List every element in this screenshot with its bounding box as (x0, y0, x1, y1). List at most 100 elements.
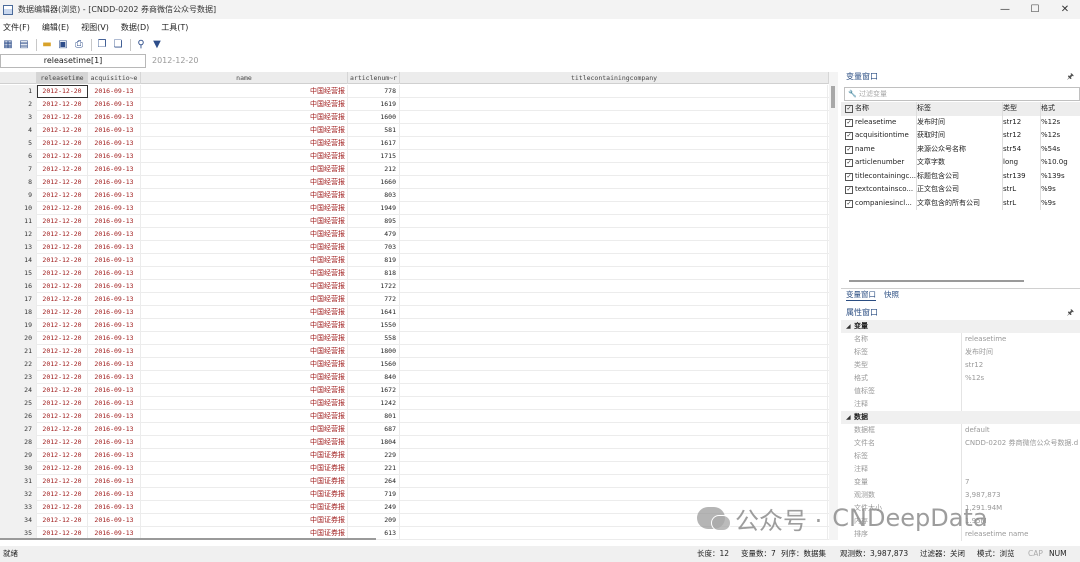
titlecontainingcompany-cell[interactable] (400, 436, 828, 449)
releasetime-cell[interactable]: 2012-12-20 (37, 501, 88, 514)
name-cell[interactable]: 中国经营报 (141, 215, 348, 228)
releasetime-cell[interactable]: 2012-12-20 (37, 176, 88, 189)
articlenumber-cell[interactable]: 801 (348, 410, 400, 423)
grid-icon[interactable]: ▦ (1, 38, 15, 52)
print-icon[interactable]: ⎙ (72, 38, 86, 52)
releasetime-cell[interactable]: 2012-12-20 (37, 397, 88, 410)
acquisitiontime-cell[interactable]: 2016-09-13 (88, 410, 141, 423)
releasetime-cell[interactable]: 2012-12-20 (37, 514, 88, 527)
table-row[interactable]: 22 2012-12-20 2016-09-13 中国经营报 1560 (0, 358, 838, 371)
releasetime-cell[interactable]: 2012-12-20 (37, 332, 88, 345)
acquisitiontime-cell[interactable]: 2016-09-13 (88, 85, 141, 98)
table-row[interactable]: 12 2012-12-20 2016-09-13 中国经营报 479 (0, 228, 838, 241)
table-row[interactable]: 31 2012-12-20 2016-09-13 中国证券报 264 (0, 475, 838, 488)
property-row[interactable]: 数据框 default (841, 424, 1080, 437)
articlenumber-cell[interactable]: 581 (348, 124, 400, 137)
titlecontainingcompany-cell[interactable] (400, 137, 828, 150)
titlecontainingcompany-cell[interactable] (400, 267, 828, 280)
titlecontainingcompany-cell[interactable] (400, 215, 828, 228)
property-section[interactable]: ◢ 数据 (841, 411, 1080, 424)
table-row[interactable]: 19 2012-12-20 2016-09-13 中国经营报 1550 (0, 319, 838, 332)
table-row[interactable]: 3 2012-12-20 2016-09-13 中国经营报 1600 (0, 111, 838, 124)
articlenumber-cell[interactable]: 803 (348, 189, 400, 202)
releasetime-cell[interactable]: 2012-12-20 (37, 319, 88, 332)
releasetime-cell[interactable]: 2012-12-20 (37, 85, 88, 98)
variable-checkbox[interactable]: ✓ (845, 199, 853, 208)
acquisitiontime-cell[interactable]: 2016-09-13 (88, 332, 141, 345)
releasetime-cell[interactable]: 2012-12-20 (37, 358, 88, 371)
name-cell[interactable]: 中国经营报 (141, 319, 348, 332)
acquisitiontime-cell[interactable]: 2016-09-13 (88, 228, 141, 241)
cell-reference[interactable]: releasetime[1] (0, 54, 146, 68)
menu-tools[interactable]: 工具(T) (161, 22, 188, 33)
copy-icon[interactable]: ❐ (95, 38, 109, 52)
name-cell[interactable]: 中国证券报 (141, 501, 348, 514)
titlecontainingcompany-cell[interactable] (400, 124, 828, 137)
articlenumber-cell[interactable]: 687 (348, 423, 400, 436)
horizontal-scrollbar[interactable] (0, 538, 376, 540)
acquisitiontime-cell[interactable]: 2016-09-13 (88, 371, 141, 384)
table-row[interactable]: 4 2012-12-20 2016-09-13 中国经营报 581 (0, 124, 838, 137)
table-row[interactable]: 29 2012-12-20 2016-09-13 中国证券报 229 (0, 449, 838, 462)
acquisitiontime-cell[interactable]: 2016-09-13 (88, 202, 141, 215)
acquisitiontime-cell[interactable]: 2016-09-13 (88, 111, 141, 124)
variable-row[interactable]: ✓ name 来源公众号名称 str54 %54s (841, 142, 1080, 156)
property-row[interactable]: 注释 (841, 463, 1080, 476)
releasetime-cell[interactable]: 2012-12-20 (37, 241, 88, 254)
titlecontainingcompany-cell[interactable] (400, 98, 828, 111)
acquisitiontime-cell[interactable]: 2016-09-13 (88, 462, 141, 475)
titlecontainingcompany-cell[interactable] (400, 358, 828, 371)
acquisitiontime-cell[interactable]: 2016-09-13 (88, 137, 141, 150)
articlenumber-cell[interactable]: 1619 (348, 98, 400, 111)
table-row[interactable]: 14 2012-12-20 2016-09-13 中国经营报 819 (0, 254, 838, 267)
articlenumber-cell[interactable]: 1617 (348, 137, 400, 150)
releasetime-cell[interactable]: 2012-12-20 (37, 111, 88, 124)
close-button[interactable]: ✕ (1050, 0, 1080, 19)
table-row[interactable]: 7 2012-12-20 2016-09-13 中国经营报 212 (0, 163, 838, 176)
releasetime-cell[interactable]: 2012-12-20 (37, 280, 88, 293)
acquisitiontime-cell[interactable]: 2016-09-13 (88, 267, 141, 280)
releasetime-cell[interactable]: 2012-12-20 (37, 410, 88, 423)
acquisitiontime-cell[interactable]: 2016-09-13 (88, 397, 141, 410)
variable-row[interactable]: ✓ companiesincl... 文章包含的所有公司 strL %9s (841, 196, 1080, 210)
acquisitiontime-cell[interactable]: 2016-09-13 (88, 345, 141, 358)
articlenumber-cell[interactable]: 558 (348, 332, 400, 345)
property-row[interactable]: 标签 (841, 450, 1080, 463)
table-row[interactable]: 5 2012-12-20 2016-09-13 中国经营报 1617 (0, 137, 838, 150)
articlenumber-cell[interactable]: 703 (348, 241, 400, 254)
name-cell[interactable]: 中国经营报 (141, 410, 348, 423)
table-row[interactable]: 20 2012-12-20 2016-09-13 中国经营报 558 (0, 332, 838, 345)
releasetime-cell[interactable]: 2012-12-20 (37, 215, 88, 228)
variable-row[interactable]: ✓ articlenumber 文章字数 long %10.0g (841, 156, 1080, 170)
variable-row[interactable]: ✓ acquisitiontime 获取时间 str12 %12s (841, 129, 1080, 143)
table-row[interactable]: 11 2012-12-20 2016-09-13 中国经营报 895 (0, 215, 838, 228)
filter-icon[interactable]: ▼ (150, 38, 164, 52)
releasetime-cell[interactable]: 2012-12-20 (37, 150, 88, 163)
variable-checkbox[interactable]: ✓ (845, 159, 853, 167)
name-cell[interactable]: 中国经营报 (141, 98, 348, 111)
menu-edit[interactable]: 编辑(E) (42, 22, 69, 33)
vertical-scrollbar[interactable] (829, 72, 838, 540)
articlenumber-cell[interactable]: 1560 (348, 358, 400, 371)
articlenumber-cell[interactable]: 819 (348, 254, 400, 267)
name-cell[interactable]: 中国经营报 (141, 280, 348, 293)
name-cell[interactable]: 中国证券报 (141, 462, 348, 475)
table-row[interactable]: 13 2012-12-20 2016-09-13 中国经营报 703 (0, 241, 838, 254)
collapse-triangle-icon[interactable]: ◢ (846, 411, 851, 424)
property-row[interactable]: 标签 发布时间 (841, 346, 1080, 359)
column-header-releasetime[interactable]: releasetime (37, 72, 88, 84)
menu-view[interactable]: 视图(V) (81, 22, 109, 33)
acquisitiontime-cell[interactable]: 2016-09-13 (88, 306, 141, 319)
releasetime-cell[interactable]: 2012-12-20 (37, 267, 88, 280)
property-section[interactable]: ◢ 变量 (841, 320, 1080, 333)
variable-checkbox[interactable]: ✓ (845, 118, 853, 127)
titlecontainingcompany-cell[interactable] (400, 241, 828, 254)
column-header-name[interactable]: name (141, 72, 348, 84)
titlecontainingcompany-cell[interactable] (400, 150, 828, 163)
titlecontainingcompany-cell[interactable] (400, 319, 828, 332)
minimize-button[interactable]: — (990, 0, 1020, 19)
table-row[interactable]: 9 2012-12-20 2016-09-13 中国经营报 803 (0, 189, 838, 202)
articlenumber-cell[interactable]: 1800 (348, 345, 400, 358)
titlecontainingcompany-cell[interactable] (400, 254, 828, 267)
titlecontainingcompany-cell[interactable] (400, 397, 828, 410)
